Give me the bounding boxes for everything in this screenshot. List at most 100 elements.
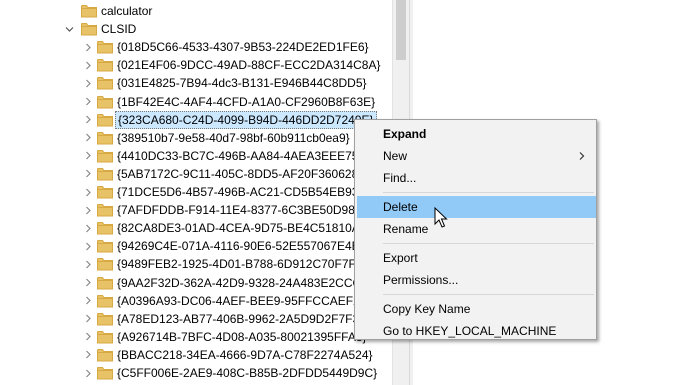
chevron-right-icon[interactable] bbox=[83, 133, 93, 143]
registry-key-tree[interactable]: calculator CLSID {018D5C66-4533-4307-9B5… bbox=[0, 0, 392, 385]
folder-icon bbox=[97, 221, 113, 235]
chevron-right-icon[interactable] bbox=[83, 169, 93, 179]
tree-item[interactable]: {021E4F06-9DCC-49AD-88CF-ECC2DA314C8A} bbox=[0, 56, 392, 74]
tree-item[interactable]: {4410DC33-BC7C-496B-AA84-4AEA3EEE75F7} bbox=[0, 147, 392, 165]
tree-item[interactable]: calculator bbox=[0, 2, 392, 20]
chevron-right-icon[interactable] bbox=[83, 314, 93, 324]
tree-item-label: {BBACC218-34EA-4666-9D7A-C78F2274A524} bbox=[117, 347, 373, 362]
chevron-right-icon[interactable] bbox=[83, 350, 93, 360]
chevron-right-icon[interactable] bbox=[83, 42, 93, 52]
folder-icon bbox=[97, 167, 113, 181]
chevron-right-icon[interactable] bbox=[83, 259, 93, 269]
tree-item-label: {1BF42E4C-4AF4-4CFD-A1A0-CF2960B8F63E} bbox=[117, 94, 376, 109]
tree-item[interactable]: {82CA8DE3-01AD-4CEA-9D75-BE4C51810A9E} bbox=[0, 219, 392, 237]
menu-separator bbox=[383, 243, 594, 244]
tree-item[interactable]: {A926714B-7BFC-4D08-A035-80021395FFA8} bbox=[0, 328, 392, 346]
tree-item[interactable]: {031E4825-7B94-4dc3-B131-E946B44C8DD5} bbox=[0, 74, 392, 92]
tree-item[interactable]: {71DCE5D6-4B57-496B-AC21-CD5B54EB93FD} bbox=[0, 183, 392, 201]
chevron-right-icon[interactable] bbox=[83, 332, 93, 342]
folder-icon bbox=[97, 312, 113, 326]
folder-icon bbox=[97, 95, 113, 109]
tree-item-label: {82CA8DE3-01AD-4CEA-9D75-BE4C51810A9E} bbox=[117, 221, 379, 236]
tree-item-label: {94269C4E-071A-4116-90E6-52E557067E4E} bbox=[117, 239, 364, 254]
tree-item[interactable]: {94269C4E-071A-4116-90E6-52E557067E4E} bbox=[0, 237, 392, 255]
tree-item-label: {5AB7172C-9C11-405C-8DD5-AF20F3606282} bbox=[117, 166, 369, 181]
tree-item[interactable]: {5AB7172C-9C11-405C-8DD5-AF20F3606282} bbox=[0, 165, 392, 183]
tree-item-label: {7AFDFDDB-F914-11E4-8377-6C3BE50D980C} bbox=[117, 203, 375, 218]
folder-icon bbox=[81, 22, 97, 36]
menu-item-label: Find... bbox=[383, 171, 417, 185]
folder-icon bbox=[97, 239, 113, 253]
menu-item-label: Delete bbox=[383, 200, 418, 214]
chevron-right-icon[interactable] bbox=[83, 151, 93, 161]
tree-item-label: {A78ED123-AB77-406B-9962-2A5D9D2F7F30} bbox=[117, 311, 370, 326]
chevron-right-icon[interactable] bbox=[83, 78, 93, 88]
menu-item-rename[interactable]: Rename bbox=[357, 218, 596, 240]
tree-item-label: {A0396A93-DC06-4AEF-BEE9-95FFCCAEF20E} bbox=[117, 293, 379, 308]
chevron-right-icon[interactable] bbox=[83, 60, 93, 70]
menu-item-go-to-hkey-local-machine[interactable]: Go to HKEY_LOCAL_MACHINE bbox=[357, 320, 596, 342]
tree-item-label: {9489FEB2-1925-4D01-B788-6D912C70F7F2} bbox=[117, 257, 367, 272]
tree-item[interactable]: {9489FEB2-1925-4D01-B788-6D912C70F7F2} bbox=[0, 255, 392, 273]
tree-item-label: {323CA680-C24D-4099-B94D-446DD2D7249E} bbox=[115, 110, 377, 129]
tree-item-label: calculator bbox=[101, 4, 153, 18]
chevron-right-icon[interactable] bbox=[83, 241, 93, 251]
menu-item-label: Copy Key Name bbox=[383, 302, 471, 316]
tree-item[interactable]: {018D5C66-4533-4307-9B53-224DE2ED1FE6} bbox=[0, 38, 392, 56]
menu-separator bbox=[383, 294, 594, 295]
folder-icon bbox=[97, 76, 113, 90]
tree-item[interactable]: {323CA680-C24D-4099-B94D-446DD2D7249E} bbox=[0, 110, 392, 129]
folder-icon bbox=[97, 185, 113, 199]
menu-item-label: Expand bbox=[383, 127, 427, 141]
menu-item-export[interactable]: Export bbox=[357, 247, 596, 269]
folder-icon bbox=[97, 276, 113, 290]
folder-icon bbox=[97, 348, 113, 362]
tree-item-label: {A926714B-7BFC-4D08-A035-80021395FFA8} bbox=[117, 329, 367, 344]
folder-icon bbox=[97, 366, 113, 380]
tree-item[interactable]: {BBACC218-34EA-4666-9D7A-C78F2274A524} bbox=[0, 346, 392, 364]
tree-item[interactable]: {9AA2F32D-362A-42D9-9328-24A483E2CCC3} bbox=[0, 274, 392, 292]
folder-icon bbox=[97, 294, 113, 308]
chevron-right-icon[interactable] bbox=[83, 187, 93, 197]
chevron-right-icon[interactable] bbox=[83, 278, 93, 288]
tree-item-label: {C5FF006E-2AE9-408C-B85B-2DFDD5449D9C} bbox=[117, 366, 378, 380]
mouse-pointer-icon bbox=[434, 207, 448, 228]
menu-item-label: Permissions... bbox=[383, 273, 459, 287]
menu-separator bbox=[383, 192, 594, 193]
menu-item-delete[interactable]: Delete bbox=[357, 196, 596, 218]
chevron-right-icon[interactable] bbox=[83, 223, 93, 233]
tree-item[interactable]: {7AFDFDDB-F914-11E4-8377-6C3BE50D980C} bbox=[0, 201, 392, 219]
chevron-right-icon[interactable] bbox=[83, 115, 93, 125]
folder-icon bbox=[97, 203, 113, 217]
tree-item[interactable]: {1BF42E4C-4AF4-4CFD-A1A0-CF2960B8F63E} bbox=[0, 93, 392, 111]
tree-item-label: {389510b7-9e58-40d7-98bf-60b911cb0ea9} bbox=[117, 130, 350, 145]
folder-icon bbox=[97, 58, 113, 72]
menu-item-new[interactable]: New bbox=[357, 145, 596, 167]
menu-item-label: New bbox=[383, 149, 408, 163]
menu-item-label: Rename bbox=[383, 222, 429, 236]
tree-item-label: {031E4825-7B94-4dc3-B131-E946B44C8DD5} bbox=[117, 76, 367, 91]
tree-item[interactable]: {389510b7-9e58-40d7-98bf-60b911cb0ea9} bbox=[0, 129, 392, 147]
folder-icon bbox=[97, 330, 113, 344]
context-menu: Expand New Find... Delete Rename Export Permis… bbox=[354, 119, 597, 340]
tree-item[interactable]: {C5FF006E-2AE9-408C-B85B-2DFDD5449D9C} bbox=[0, 364, 392, 382]
chevron-right-icon[interactable] bbox=[83, 97, 93, 107]
tree-item-label: {71DCE5D6-4B57-496B-AC21-CD5B54EB93FD} bbox=[117, 185, 379, 199]
tree-item[interactable]: CLSID bbox=[0, 20, 392, 38]
menu-item-label: Go to HKEY_LOCAL_MACHINE bbox=[383, 324, 557, 338]
menu-item-find[interactable]: Find... bbox=[357, 167, 596, 189]
chevron-down-icon[interactable] bbox=[64, 24, 74, 34]
chevron-right-icon[interactable] bbox=[83, 205, 93, 215]
scrollbar-thumb[interactable] bbox=[396, 0, 406, 60]
chevron-right-icon[interactable] bbox=[83, 296, 93, 306]
tree-item[interactable]: {A0396A93-DC06-4AEF-BEE9-95FFCCAEF20E} bbox=[0, 292, 392, 310]
folder-icon bbox=[97, 149, 113, 163]
tree-item-label: {021E4F06-9DCC-49AD-88CF-ECC2DA314C8A} bbox=[117, 58, 381, 73]
menu-item-expand[interactable]: Expand bbox=[357, 123, 596, 145]
chevron-right-icon[interactable] bbox=[83, 368, 93, 378]
tree-item[interactable]: {A78ED123-AB77-406B-9962-2A5D9D2F7F30} bbox=[0, 310, 392, 328]
tree-item-label: CLSID bbox=[101, 22, 137, 37]
menu-item-permissions[interactable]: Permissions... bbox=[357, 269, 596, 291]
menu-item-copy-key-name[interactable]: Copy Key Name bbox=[357, 298, 596, 320]
folder-icon bbox=[97, 257, 113, 271]
